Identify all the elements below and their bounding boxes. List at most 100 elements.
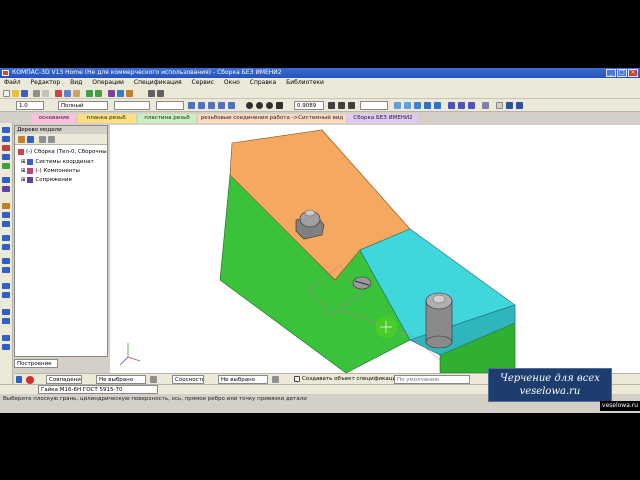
zoom-out-icon[interactable] bbox=[208, 102, 215, 109]
angle-snap-icon[interactable] bbox=[516, 102, 523, 109]
select-object-icon-2[interactable] bbox=[272, 376, 279, 383]
minimize-button[interactable]: _ bbox=[606, 69, 616, 77]
expand-icon[interactable]: ⊞ bbox=[21, 168, 26, 174]
stop-icon[interactable] bbox=[26, 376, 34, 384]
expand-icon[interactable]: ⊞ bbox=[21, 177, 26, 183]
library-icon[interactable] bbox=[126, 90, 133, 97]
edit-assembly-icon[interactable] bbox=[2, 127, 10, 133]
preview-icon[interactable] bbox=[42, 90, 49, 97]
new-doc-icon[interactable] bbox=[3, 90, 10, 97]
close-button[interactable]: × bbox=[628, 69, 638, 77]
magnifier-icon[interactable] bbox=[246, 102, 253, 109]
pin-icon[interactable] bbox=[16, 376, 22, 383]
menu-service[interactable]: Сервис bbox=[188, 78, 218, 88]
sketch-icon[interactable] bbox=[2, 186, 10, 192]
manager-icon[interactable] bbox=[108, 90, 115, 97]
menu-operations[interactable]: Операции bbox=[88, 78, 128, 88]
save-icon[interactable] bbox=[21, 90, 28, 97]
zoom-window-icon[interactable] bbox=[218, 102, 225, 109]
dimension-icon[interactable] bbox=[2, 309, 10, 315]
variables-icon[interactable] bbox=[117, 90, 124, 97]
orientation-field[interactable] bbox=[360, 101, 388, 110]
layer-field[interactable] bbox=[114, 101, 150, 110]
open-folder-icon[interactable] bbox=[12, 90, 19, 97]
spline-icon[interactable] bbox=[2, 283, 10, 289]
tab-construction[interactable]: Построение bbox=[14, 359, 58, 368]
cut-icon[interactable] bbox=[55, 90, 62, 97]
fastener-icon[interactable] bbox=[2, 203, 10, 209]
view-style-select[interactable]: Полный bbox=[58, 101, 108, 110]
move-icon[interactable] bbox=[348, 102, 355, 109]
diagnostics-icon[interactable] bbox=[2, 267, 10, 273]
shaded-edges-icon[interactable] bbox=[424, 102, 431, 109]
tab-planka[interactable]: планка резьб. bbox=[78, 114, 136, 123]
default-dropdown[interactable]: По умолчанию bbox=[394, 375, 470, 384]
select-object-icon[interactable] bbox=[150, 376, 157, 383]
plane-icon[interactable] bbox=[2, 244, 10, 250]
expand-icon[interactable]: ⊞ bbox=[21, 159, 26, 165]
coaxial-value[interactable]: Не выбрано bbox=[218, 375, 268, 384]
coincidence-value[interactable]: Не выбрано bbox=[96, 375, 146, 384]
print-icon[interactable] bbox=[33, 90, 40, 97]
menu-help[interactable]: Справка bbox=[246, 78, 280, 88]
pan-icon[interactable] bbox=[276, 102, 283, 109]
array-icon[interactable] bbox=[2, 221, 10, 227]
coaxial-button[interactable]: Соосность bbox=[172, 375, 204, 384]
menu-file[interactable]: Файл bbox=[0, 78, 25, 88]
spec-icon[interactable] bbox=[2, 177, 10, 183]
copy-icon[interactable] bbox=[64, 90, 71, 97]
tab-rezbovye[interactable]: резьбовые соединения работа ->Системный … bbox=[198, 114, 346, 123]
add-component-icon[interactable] bbox=[2, 136, 10, 142]
section-icon[interactable] bbox=[2, 292, 10, 298]
zoom-field[interactable]: 0.9089 bbox=[294, 101, 324, 110]
coincidence-button[interactable]: Совпадение bbox=[46, 375, 82, 384]
grid-icon[interactable] bbox=[482, 102, 489, 109]
undo-icon[interactable] bbox=[86, 90, 93, 97]
perspective-icon[interactable] bbox=[434, 102, 441, 109]
tree-item-mates[interactable]: ⊞ Сопряжения bbox=[21, 176, 72, 184]
arrow-tool-icon[interactable] bbox=[448, 102, 455, 109]
menu-view[interactable]: Вид bbox=[66, 78, 86, 88]
filter-tool-icon[interactable] bbox=[2, 258, 10, 264]
3d-viewport[interactable] bbox=[110, 125, 640, 374]
filter-icon[interactable] bbox=[468, 102, 475, 109]
properties-icon[interactable] bbox=[148, 90, 155, 97]
menu-specification[interactable]: Спецификация bbox=[130, 78, 186, 88]
magnifier-minus-icon[interactable] bbox=[266, 102, 273, 109]
macro-icon[interactable] bbox=[2, 335, 10, 341]
tree-item-assembly[interactable]: (-) Сборка (Тел-0, Сборочны bbox=[18, 148, 107, 156]
menu-window[interactable]: Окно bbox=[220, 78, 244, 88]
maximize-button[interactable]: □ bbox=[617, 69, 627, 77]
shaded-icon[interactable] bbox=[414, 102, 421, 109]
orbit-icon[interactable] bbox=[338, 102, 345, 109]
tree-item-coord-systems[interactable]: ⊞ Системы координат bbox=[21, 158, 94, 166]
scale-field[interactable]: 1.0 bbox=[16, 101, 44, 110]
tree-structure-icon[interactable] bbox=[27, 136, 34, 143]
surface-icon[interactable] bbox=[2, 212, 10, 218]
redo-icon[interactable] bbox=[95, 90, 102, 97]
wireframe-icon[interactable] bbox=[394, 102, 401, 109]
magnifier-plus-icon[interactable] bbox=[256, 102, 263, 109]
hidden-lines-icon[interactable] bbox=[404, 102, 411, 109]
paste-icon[interactable] bbox=[73, 90, 80, 97]
annotation-icon[interactable] bbox=[2, 318, 10, 324]
tab-osnovanie[interactable]: основание bbox=[32, 114, 76, 123]
rotate-icon[interactable] bbox=[328, 102, 335, 109]
geometry-icon[interactable] bbox=[2, 154, 10, 160]
tab-plastina[interactable]: пластина резьб bbox=[138, 114, 196, 123]
spec-checkbox[interactable] bbox=[294, 376, 300, 382]
snap-icon[interactable] bbox=[496, 102, 503, 109]
tree-item-components[interactable]: ⊞ (-) Компоненты bbox=[21, 167, 80, 175]
attributes-icon[interactable] bbox=[2, 344, 10, 350]
ortho-icon[interactable] bbox=[506, 102, 513, 109]
tree-filter-icon[interactable] bbox=[39, 136, 46, 143]
tab-sborka[interactable]: Сборка БЕЗ ИМЕНИ2 bbox=[348, 114, 418, 123]
menu-libraries[interactable]: Библиотеки bbox=[282, 78, 328, 88]
measure-icon[interactable] bbox=[2, 163, 10, 169]
zoom-in-icon[interactable] bbox=[198, 102, 205, 109]
tree-sort-icon[interactable] bbox=[18, 136, 25, 143]
mate-icon[interactable] bbox=[2, 145, 10, 151]
help-icon[interactable] bbox=[157, 90, 164, 97]
style-field[interactable] bbox=[156, 101, 184, 110]
zoom-all-icon[interactable] bbox=[228, 102, 235, 109]
